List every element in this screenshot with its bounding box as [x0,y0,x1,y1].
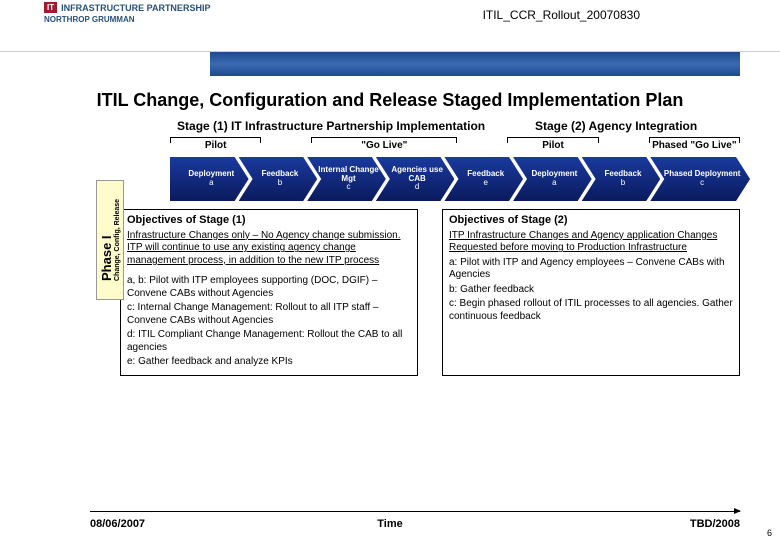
time-axis-arrow [90,511,740,512]
phase-pilot-1: Pilot [170,137,261,151]
phase-label-sub: Change, Config, Release [114,199,121,281]
footer: 08/06/2007 Time TBD/2008 [0,518,780,530]
logo-block: IT INFRASTRUCTURE PARTNERSHIP NORTHROP G… [44,2,210,24]
obj1-title: Objectives of Stage (1) [127,214,411,228]
footer-date-left: 08/06/2007 [90,518,145,530]
phase-golive-2: Phased "Go Live" [649,137,740,151]
logo-ng: NORTHROP GRUMMAN [44,15,210,24]
slide-header: IT INFRASTRUCTURE PARTNERSHIP NORTHROP G… [0,0,780,52]
page-number: 6 [767,528,772,538]
arrow-agencies-cab: Agencies use CABd [376,157,455,201]
arrow-deploy-2: Deploymenta [513,157,592,201]
logo-itp-text: INFRASTRUCTURE PARTNERSHIP [61,3,210,13]
phase-label-main: Phase I [99,235,114,281]
arrow-phased-deploy: Phased Deploymentc [650,157,750,201]
obj2-title: Objectives of Stage (2) [449,214,733,228]
arrow-feedback-2: Feedbacke [444,157,523,201]
logo-it-badge: IT [44,2,57,13]
arrow-feedback-3: Feedbackb [582,157,661,201]
obj1-intro: Infrastructure Changes only – No Agency … [127,230,411,268]
obj1-c: c: Internal Change Management: Rollout t… [127,302,411,327]
arrow-chevrons: Deploymenta Feedbackb Internal Change Mg… [170,157,750,201]
obj2-c: c: Begin phased rollout of ITIL processe… [449,298,733,323]
phase-pilot-2: Pilot [507,137,598,151]
objectives-stage-1: Objectives of Stage (1) Infrastructure C… [120,209,418,376]
arrow-deploy-1: Deploymenta [170,157,249,201]
obj1-e: e: Gather feedback and analyze KPIs [127,356,411,369]
footer-time-label: Time [377,518,402,530]
obj2-intro: ITP Infrastructure Changes and Agency ap… [449,230,733,255]
document-id: ITIL_CCR_Rollout_20070830 [483,8,640,22]
phase-label: Phase I Change, Config, Release [96,180,124,300]
arrow-internal-change: Internal Change Mgtc [307,157,386,201]
obj2-a: a: Pilot with ITP and Agency employees –… [449,257,733,282]
obj1-ab: a, b: Pilot with ITP employees supportin… [127,275,411,300]
phase-brackets: Pilot "Go Live" Pilot Phased "Go Live" [170,137,740,151]
page-title: ITIL Change, Configuration and Release S… [0,90,780,111]
obj1-d: d: ITIL Compliant Change Management: Rol… [127,329,411,354]
stage-2-title: Stage (2) Agency Integration [492,119,740,133]
objectives-wrap: Objectives of Stage (1) Infrastructure C… [90,209,740,376]
objectives-stage-2: Objectives of Stage (2) ITP Infrastructu… [442,209,740,376]
arrow-feedback-1: Feedbackb [239,157,318,201]
footer-date-right: TBD/2008 [690,518,740,530]
obj2-b: b: Gather feedback [449,284,733,297]
phase-golive-1: "Go Live" [311,137,457,151]
logo-itp: IT INFRASTRUCTURE PARTNERSHIP [44,2,210,13]
header-band [210,52,740,76]
stage-headers: Stage (1) IT Infrastructure Partnership … [170,119,740,133]
stage-1-title: Stage (1) IT Infrastructure Partnership … [170,119,492,133]
